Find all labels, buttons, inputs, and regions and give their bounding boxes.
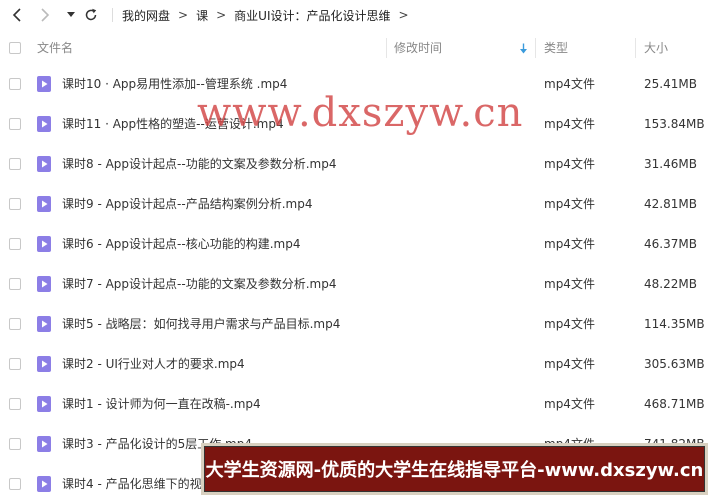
table-row[interactable]: 课时1 - 设计师为何一直在改稿-.mp4 mp4文件 468.71MB [0, 384, 713, 424]
file-size: 114.35MB [644, 317, 705, 331]
column-divider[interactable] [635, 38, 636, 58]
video-file-icon [37, 116, 51, 132]
file-type: mp4文件 [544, 77, 595, 91]
table-row[interactable]: 课时8 - App设计起点--功能的文案及参数分析.mp4 mp4文件 31.46M… [0, 144, 713, 184]
file-type: mp4文件 [544, 237, 595, 251]
breadcrumb-separator: > [178, 8, 189, 22]
file-size: 305.63MB [644, 357, 705, 371]
sort-descending-icon[interactable] [519, 43, 528, 54]
file-size: 153.84MB [644, 117, 705, 131]
forward-button[interactable] [36, 6, 54, 24]
file-name[interactable]: 课时1 - 设计师为何一直在改稿-.mp4 [62, 384, 261, 424]
breadcrumb-item-root[interactable]: 我的网盘 [122, 7, 170, 24]
row-checkbox[interactable] [9, 238, 21, 250]
file-type: mp4文件 [544, 117, 595, 131]
watermark-text: www.dxszyw.cn [197, 90, 524, 136]
file-name[interactable]: 课时8 - App设计起点--功能的文案及参数分析.mp4 [62, 144, 336, 184]
video-file-icon [37, 156, 51, 172]
breadcrumb: 我的网盘 > 课 > 商业UI设计：产品化设计思维 > [122, 0, 417, 30]
back-button[interactable] [8, 6, 26, 24]
video-file-icon [37, 356, 51, 372]
table-header: 文件名 修改时间 类型 大小 [0, 34, 713, 62]
row-checkbox[interactable] [9, 278, 21, 290]
video-file-icon [37, 276, 51, 292]
row-checkbox[interactable] [9, 478, 21, 490]
promo-banner-text: 大学生资源网-优质的大学生在线指导平台-www.dxszyw.cn [205, 460, 704, 481]
file-size: 31.46MB [644, 157, 697, 171]
promo-banner: 大学生资源网-优质的大学生在线指导平台-www.dxszyw.cn [201, 443, 708, 495]
row-checkbox[interactable] [9, 398, 21, 410]
file-size: 46.37MB [644, 237, 697, 251]
row-checkbox[interactable] [9, 438, 21, 450]
select-all-checkbox[interactable] [9, 42, 21, 54]
file-type: mp4文件 [544, 277, 595, 291]
video-file-icon [37, 236, 51, 252]
file-type: mp4文件 [544, 357, 595, 371]
file-size: 42.81MB [644, 197, 697, 211]
video-file-icon [37, 436, 51, 452]
row-checkbox[interactable] [9, 198, 21, 210]
refresh-icon [85, 8, 97, 21]
file-name[interactable]: 课时7 - App设计起点--功能的文案及参数分析.mp4 [62, 264, 336, 304]
column-header-modified[interactable]: 修改时间 [394, 34, 442, 62]
video-file-icon [37, 196, 51, 212]
breadcrumb-item-course[interactable]: 课 [196, 7, 208, 24]
file-size: 468.71MB [644, 397, 705, 411]
chevron-right-icon [41, 8, 50, 22]
row-checkbox[interactable] [9, 78, 21, 90]
breadcrumb-item-current[interactable]: 商业UI设计：产品化设计思维 [234, 7, 390, 24]
video-file-icon [37, 396, 51, 412]
refresh-button[interactable] [82, 6, 100, 24]
video-file-icon [37, 476, 51, 492]
file-size: 25.41MB [644, 77, 697, 91]
file-type: mp4文件 [544, 197, 595, 211]
column-divider[interactable] [535, 38, 536, 58]
row-checkbox[interactable] [9, 318, 21, 330]
breadcrumb-separator: > [398, 8, 409, 22]
file-type: mp4文件 [544, 157, 595, 171]
row-checkbox[interactable] [9, 118, 21, 130]
file-type: mp4文件 [544, 397, 595, 411]
file-size: 48.22MB [644, 277, 697, 291]
file-name[interactable]: 课时6 - App设计起点--核心功能的构建.mp4 [62, 224, 300, 264]
table-row[interactable]: 课时2 - UI行业对人才的要求.mp4 mp4文件 305.63MB [0, 344, 713, 384]
chevron-left-icon [12, 8, 21, 22]
file-type: mp4文件 [544, 317, 595, 331]
table-row[interactable]: 课时9 - App设计起点--产品结构案例分析.mp4 mp4文件 42.81MB [0, 184, 713, 224]
history-dropdown-button[interactable] [62, 6, 80, 24]
row-checkbox[interactable] [9, 158, 21, 170]
breadcrumb-separator: > [216, 8, 227, 22]
toolbar: 我的网盘 > 课 > 商业UI设计：产品化设计思维 > [0, 0, 713, 30]
column-divider[interactable] [386, 38, 387, 58]
file-name[interactable]: 课时9 - App设计起点--产品结构案例分析.mp4 [62, 184, 312, 224]
caret-down-icon [67, 12, 75, 17]
table-row[interactable]: 课时5 - 战略层：如何找寻用户需求与产品目标.mp4 mp4文件 114.35MB [0, 304, 713, 344]
toolbar-divider [112, 8, 113, 22]
column-header-name[interactable]: 文件名 [37, 34, 73, 62]
table-row[interactable]: 课时6 - App设计起点--核心功能的构建.mp4 mp4文件 46.37MB [0, 224, 713, 264]
column-header-type[interactable]: 类型 [544, 34, 568, 62]
file-name[interactable]: 课时2 - UI行业对人才的要求.mp4 [62, 344, 245, 384]
table-row[interactable]: 课时7 - App设计起点--功能的文案及参数分析.mp4 mp4文件 48.22M… [0, 264, 713, 304]
row-checkbox[interactable] [9, 358, 21, 370]
video-file-icon [37, 76, 51, 92]
file-name[interactable]: 课时5 - 战略层：如何找寻用户需求与产品目标.mp4 [62, 304, 340, 344]
video-file-icon [37, 316, 51, 332]
column-header-size[interactable]: 大小 [644, 34, 668, 62]
